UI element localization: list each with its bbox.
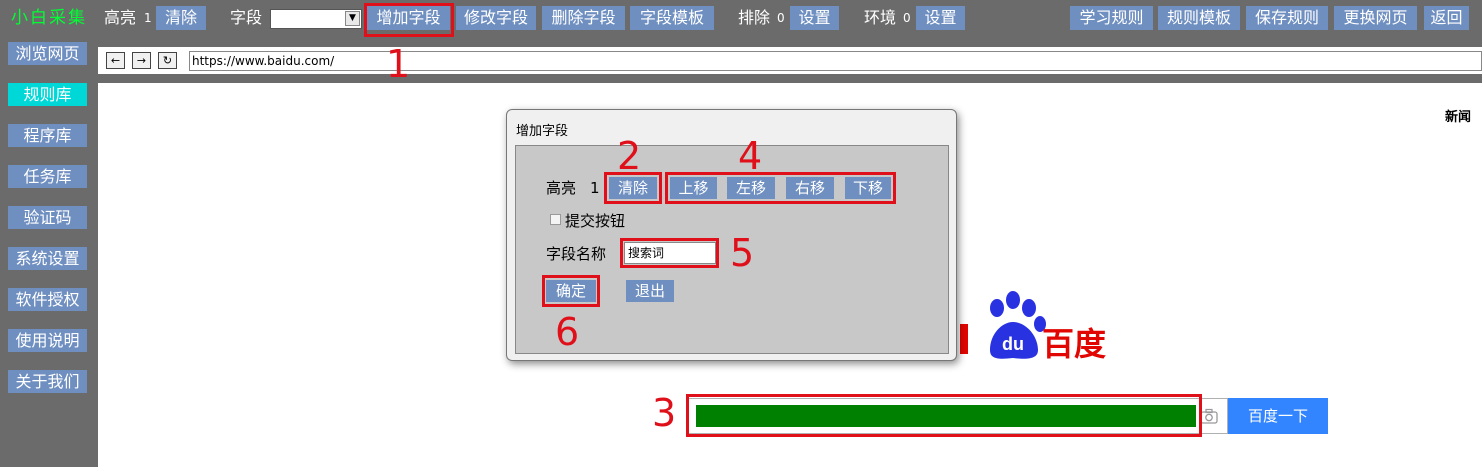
sidebar-item-system-settings[interactable]: 系统设置	[8, 247, 87, 270]
sidebar-item-instructions[interactable]: 使用说明	[8, 329, 87, 352]
annotation-box-4	[665, 172, 896, 204]
paw-toe	[1022, 299, 1036, 317]
annotation-number-4: 4	[738, 134, 763, 178]
annotation-number-1: 1	[386, 42, 411, 86]
sidebar-item-license[interactable]: 软件授权	[8, 288, 87, 311]
clear-highlight-button[interactable]: 清除	[156, 6, 206, 30]
sidebar-item-program-library[interactable]: 程序库	[8, 124, 87, 147]
annotation-number-6: 6	[555, 310, 580, 354]
env-settings-button[interactable]: 设置	[916, 6, 965, 30]
submit-checkbox-label: 提交按钮	[565, 212, 626, 230]
annotation-box-3	[686, 394, 1202, 437]
delete-field-button[interactable]: 删除字段	[542, 6, 625, 30]
sidebar-item-captcha[interactable]: 验证码	[8, 206, 87, 229]
news-link[interactable]: 新闻	[1445, 106, 1471, 125]
annotation-box-1	[364, 3, 454, 37]
exclude-label: 排除	[738, 8, 771, 27]
app-title: 小白采集	[11, 8, 87, 28]
annotation-number-5: 5	[730, 231, 755, 275]
submit-button-checkbox[interactable]	[550, 214, 561, 225]
exclude-count: 0	[777, 11, 785, 25]
annotation-box-5	[620, 238, 719, 268]
rule-template-button[interactable]: 规则模板	[1158, 6, 1240, 30]
paw-toe	[1006, 291, 1020, 309]
baidu-logo: du 百度	[950, 291, 1106, 360]
dialog-highlight-count: 1	[590, 179, 600, 197]
sidebar-item-rule-library[interactable]: 规则库	[8, 83, 87, 106]
save-rules-button[interactable]: 保存规则	[1246, 6, 1328, 30]
back-arrow-icon[interactable]: ←	[106, 52, 125, 69]
forward-arrow-icon[interactable]: →	[132, 52, 151, 69]
field-template-button[interactable]: 字段模板	[630, 6, 714, 30]
highlight-count: 1	[144, 11, 152, 25]
highlight-label: 高亮	[104, 8, 137, 27]
paw-text: du	[1002, 334, 1024, 354]
sidebar-item-about[interactable]: 关于我们	[8, 370, 87, 393]
search-button[interactable]: 百度一下	[1228, 398, 1328, 434]
dialog-title: 增加字段	[516, 124, 569, 139]
field-select[interactable]: ▼	[270, 9, 362, 29]
annotation-box-6	[542, 275, 600, 307]
back-button[interactable]: 返回	[1424, 6, 1469, 30]
annotation-number-3: 3	[652, 391, 677, 435]
camera-icon[interactable]	[1200, 408, 1218, 424]
field-name-label: 字段名称	[546, 245, 607, 263]
dialog-highlight-label: 高亮	[546, 179, 577, 197]
annotation-number-2: 2	[617, 134, 642, 178]
change-page-button[interactable]: 更换网页	[1334, 6, 1417, 30]
exclude-settings-button[interactable]: 设置	[790, 6, 839, 30]
learn-rules-button[interactable]: 学习规则	[1070, 6, 1153, 30]
url-input[interactable]: https://www.baidu.com/	[189, 51, 1482, 71]
paw-toe	[990, 299, 1004, 317]
logo-cn-text: 百度	[1042, 325, 1106, 360]
sidebar-item-task-library[interactable]: 任务库	[8, 165, 87, 188]
logo-left-dot	[960, 324, 968, 354]
sidebar-item-browse[interactable]: 浏览网页	[8, 42, 87, 65]
exit-button[interactable]: 退出	[626, 280, 674, 302]
refresh-icon[interactable]: ↻	[158, 52, 177, 69]
chevron-down-icon[interactable]: ▼	[345, 11, 360, 26]
env-label: 环境	[864, 8, 897, 27]
modify-field-button[interactable]: 修改字段	[456, 6, 536, 30]
field-label: 字段	[230, 8, 263, 27]
env-count: 0	[903, 11, 911, 25]
